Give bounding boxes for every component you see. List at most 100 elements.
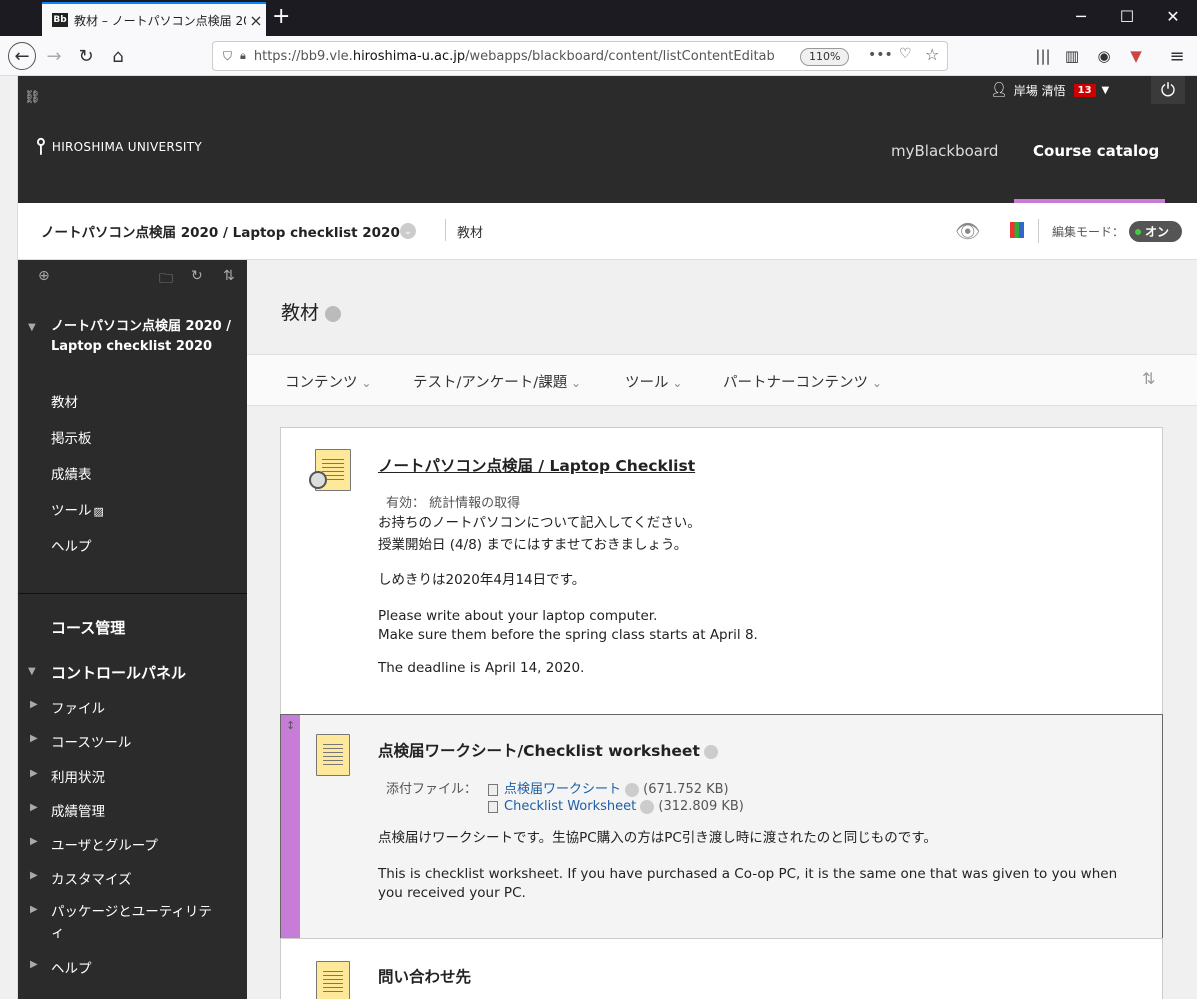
window-close-icon[interactable]: ✕ xyxy=(1163,8,1183,26)
user-menu[interactable]: 👤︎ 岸場 清悟 13 ▼ xyxy=(990,76,1109,104)
add-menu-item-icon[interactable]: ⊕ xyxy=(38,268,50,284)
logo-mark-icon: ⫯ xyxy=(36,134,46,159)
cp-item-grade-center[interactable]: 成績管理 xyxy=(51,800,105,820)
document-icon xyxy=(316,734,350,776)
extension-icon[interactable]: ▼ xyxy=(1122,42,1150,70)
content-area: 教材 コンテンツ テスト/アンケート/課題 ツール パートナーコンテンツ ⇅ ノ… xyxy=(247,260,1197,999)
drag-icon: ↕ xyxy=(286,719,296,732)
attachment-link[interactable]: 点検届ワークシート xyxy=(504,782,621,797)
sort-icon[interactable]: ⇅ xyxy=(223,268,235,284)
expand-triangle-icon[interactable]: ▶ xyxy=(30,870,38,881)
file-icon xyxy=(488,783,498,796)
cp-item-users-groups[interactable]: ユーザとグループ xyxy=(51,834,158,854)
library-icon[interactable]: ||| xyxy=(1029,42,1057,70)
content-item-survey: ノートパソコン点検届 / Laptop Checklist 有効： 統計情報の取… xyxy=(280,427,1163,715)
content-toolbar: コンテンツ テスト/アンケート/課題 ツール パートナーコンテンツ ⇅ xyxy=(247,354,1197,406)
page-title[interactable]: 教材 xyxy=(281,298,342,325)
expand-triangle-icon[interactable]: ▶ xyxy=(30,733,38,744)
home-icon[interactable]: ⌂ xyxy=(104,42,132,70)
refresh-icon[interactable]: ↻ xyxy=(191,268,203,284)
browser-tab[interactable]: Bb 教材 – ノートパソコン点検届 2020 × xyxy=(42,2,266,36)
link-icon[interactable]: ⛓ xyxy=(24,90,41,105)
browser-tab-bar: Bb 教材 – ノートパソコン点検届 2020 × + ─ ☐ ✕ xyxy=(0,0,1197,36)
close-tab-icon[interactable]: × xyxy=(246,11,266,30)
sidebar-toolbar: ⊕ 🗀︎ ↻ ⇅ xyxy=(18,260,247,294)
forward-icon[interactable]: → xyxy=(40,42,68,70)
new-tab-icon[interactable]: + xyxy=(272,6,290,28)
logout-icon[interactable]: ⏻ xyxy=(1151,76,1185,104)
sidebar-toggle-icon[interactable]: ▥ xyxy=(1058,42,1086,70)
attachment-link[interactable]: Checklist Worksheet xyxy=(504,799,636,814)
expand-triangle-icon[interactable]: ▶ xyxy=(30,959,38,970)
item-title[interactable]: 点検届ワークシート/Checklist worksheet xyxy=(378,739,718,761)
menu-icon[interactable]: ≡ xyxy=(1163,42,1191,70)
item-title-link[interactable]: ノートパソコン点検届 / Laptop Checklist xyxy=(378,454,695,476)
sidebar-item-help[interactable]: ヘルプ xyxy=(51,535,92,555)
breadcrumb-course[interactable]: ノートパソコン点検届 2020 / Laptop checklist 2020 xyxy=(41,221,400,241)
page-scrollbar[interactable] xyxy=(0,76,18,999)
lock-icon: 🔒︎ xyxy=(240,49,246,62)
university-logo[interactable]: ⫯ HIROSHIMA UNIVERSITY xyxy=(36,134,202,159)
attachment-label: 添付ファイル： xyxy=(386,782,478,797)
sidebar-course-title[interactable]: ノートパソコン点検届 2020 / Laptop checklist 2020 xyxy=(51,317,231,357)
menu-partner-content[interactable]: パートナーコンテンツ xyxy=(723,371,882,392)
sort-icon[interactable]: ⇅ xyxy=(1142,369,1155,388)
breadcrumb: ノートパソコン点検届 2020 / Laptop checklist 2020 … xyxy=(18,203,1197,260)
pocket-icon[interactable]: ♡ xyxy=(899,46,912,62)
student-preview-icon[interactable]: 👁︎ xyxy=(955,219,980,243)
nav-course-catalog[interactable]: Course catalog xyxy=(1033,142,1159,160)
item-title[interactable]: 問い合わせ先 xyxy=(378,965,471,987)
cp-item-files[interactable]: ファイル xyxy=(51,697,105,717)
expand-triangle-icon[interactable]: ▶ xyxy=(30,836,38,847)
expand-triangle-icon[interactable]: ▶ xyxy=(30,904,38,915)
sidebar-item-tools[interactable]: ツール ▨ xyxy=(51,499,104,519)
minimize-icon[interactable]: ─ xyxy=(1071,8,1091,26)
control-panel-heading[interactable]: コントロールパネル xyxy=(51,662,186,683)
expand-triangle-icon[interactable]: ▶ xyxy=(30,699,38,710)
cp-item-usage[interactable]: 利用状況 xyxy=(51,766,105,786)
blackboard-favicon-icon: Bb xyxy=(52,13,68,27)
edit-mode-toggle[interactable]: オン xyxy=(1129,221,1182,242)
collapse-triangle-icon[interactable]: ▼ xyxy=(28,666,36,677)
sidebar-item-materials[interactable]: 教材 xyxy=(51,391,78,411)
folder-icon[interactable]: 🗀︎ xyxy=(159,268,173,292)
user-icon: 👤︎ xyxy=(990,82,1008,98)
maximize-icon[interactable]: ☐ xyxy=(1117,8,1137,26)
bookmark-star-icon[interactable]: ☆ xyxy=(925,45,939,64)
course-admin-heading: コース管理 xyxy=(51,619,126,637)
cp-item-course-tools[interactable]: コースツール xyxy=(51,731,131,751)
clock-icon xyxy=(309,471,327,489)
back-icon[interactable]: ← xyxy=(8,42,36,70)
item-text: 授業開始日 (4/8) までにはすませておきましょう。 xyxy=(378,537,688,553)
menu-content[interactable]: コンテンツ xyxy=(285,371,371,392)
chevron-down-icon[interactable] xyxy=(703,744,718,759)
zoom-indicator[interactable]: 110% xyxy=(800,48,850,66)
expand-triangle-icon[interactable]: ▶ xyxy=(30,802,38,813)
expand-triangle-icon[interactable]: ▶ xyxy=(30,768,38,779)
account-icon[interactable]: ◉ xyxy=(1090,42,1118,70)
collapse-triangle-icon[interactable]: ▼ xyxy=(28,322,36,333)
reload-icon[interactable]: ↻ xyxy=(72,42,100,70)
tab-title: 教材 – ノートパソコン点検届 2020 xyxy=(74,13,246,28)
chevron-down-icon[interactable] xyxy=(325,305,342,322)
chevron-down-icon[interactable]: ⌄ xyxy=(400,223,416,239)
cp-item-customize[interactable]: カスタマイズ xyxy=(51,868,132,888)
menu-assessments[interactable]: テスト/アンケート/課題 xyxy=(413,371,581,392)
palette-icon[interactable] xyxy=(1010,222,1024,238)
sidebar-item-grades[interactable]: 成績表 xyxy=(51,463,92,483)
cp-item-help[interactable]: ヘルプ xyxy=(51,957,92,977)
sidebar-item-board[interactable]: 掲示板 xyxy=(51,427,92,447)
more-actions-icon[interactable]: ••• xyxy=(868,47,893,63)
menu-tools[interactable]: ツール xyxy=(625,371,682,392)
drag-handle[interactable]: ↕ xyxy=(281,715,300,938)
cp-item-packages[interactable]: パッケージとユーティリティ xyxy=(51,902,221,944)
chevron-down-icon[interactable] xyxy=(640,799,655,814)
chevron-down-icon[interactable] xyxy=(625,782,640,797)
item-text: お持ちのノートパソコンについて記入してください。 xyxy=(378,515,701,531)
nav-myblackboard[interactable]: myBlackboard xyxy=(891,142,998,160)
url-bar[interactable]: ⛉ 🔒︎ https://bb9.vle.hiroshima-u.ac.jp/w… xyxy=(212,41,948,71)
availability-label: 有効： 統計情報の取得 xyxy=(386,496,521,511)
attachment-row: 点検届ワークシート (671.752 KB) xyxy=(488,778,729,797)
item-text: The deadline is April 14, 2020. xyxy=(378,660,585,676)
divider xyxy=(18,593,247,594)
